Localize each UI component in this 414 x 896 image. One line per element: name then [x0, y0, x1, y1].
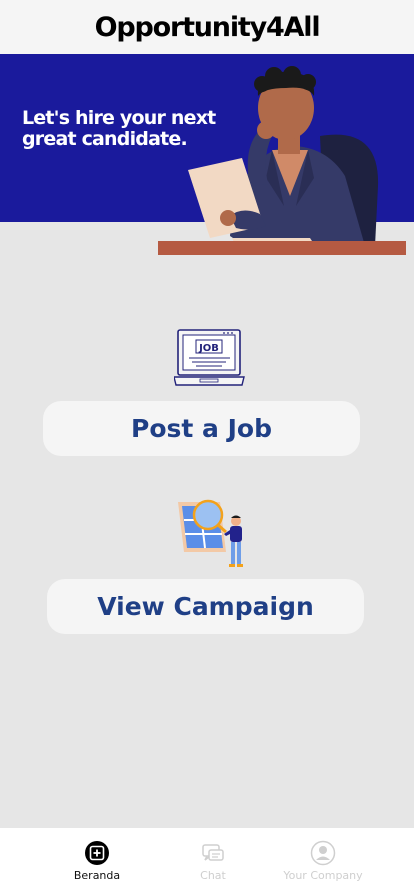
nav-item-beranda[interactable]: Beranda — [42, 840, 152, 882]
view-campaign-button[interactable]: View Campaign — [47, 579, 364, 634]
home-plus-icon — [85, 841, 109, 865]
laptop-job-icon: JOB — [174, 329, 245, 386]
nav-label-chat: Chat — [200, 869, 226, 882]
user-icon — [310, 840, 336, 866]
recruiter-illustration — [158, 66, 406, 255]
nav-label-your-company: Your Company — [283, 869, 363, 882]
nav-item-your-company[interactable]: Your Company — [268, 840, 378, 882]
chat-icon — [202, 844, 224, 861]
post-job-button[interactable]: Post a Job — [43, 401, 360, 456]
nav-item-chat[interactable]: Chat — [158, 840, 268, 882]
bottom-navigation: Beranda Chat Your Company — [0, 828, 414, 896]
campaign-search-illustration — [178, 499, 243, 567]
app-header: Opportunity4All — [0, 0, 414, 54]
app-title: Opportunity4All — [94, 11, 321, 43]
nav-label-beranda: Beranda — [73, 869, 121, 882]
laptop-screen-text: JOB — [198, 343, 219, 354]
